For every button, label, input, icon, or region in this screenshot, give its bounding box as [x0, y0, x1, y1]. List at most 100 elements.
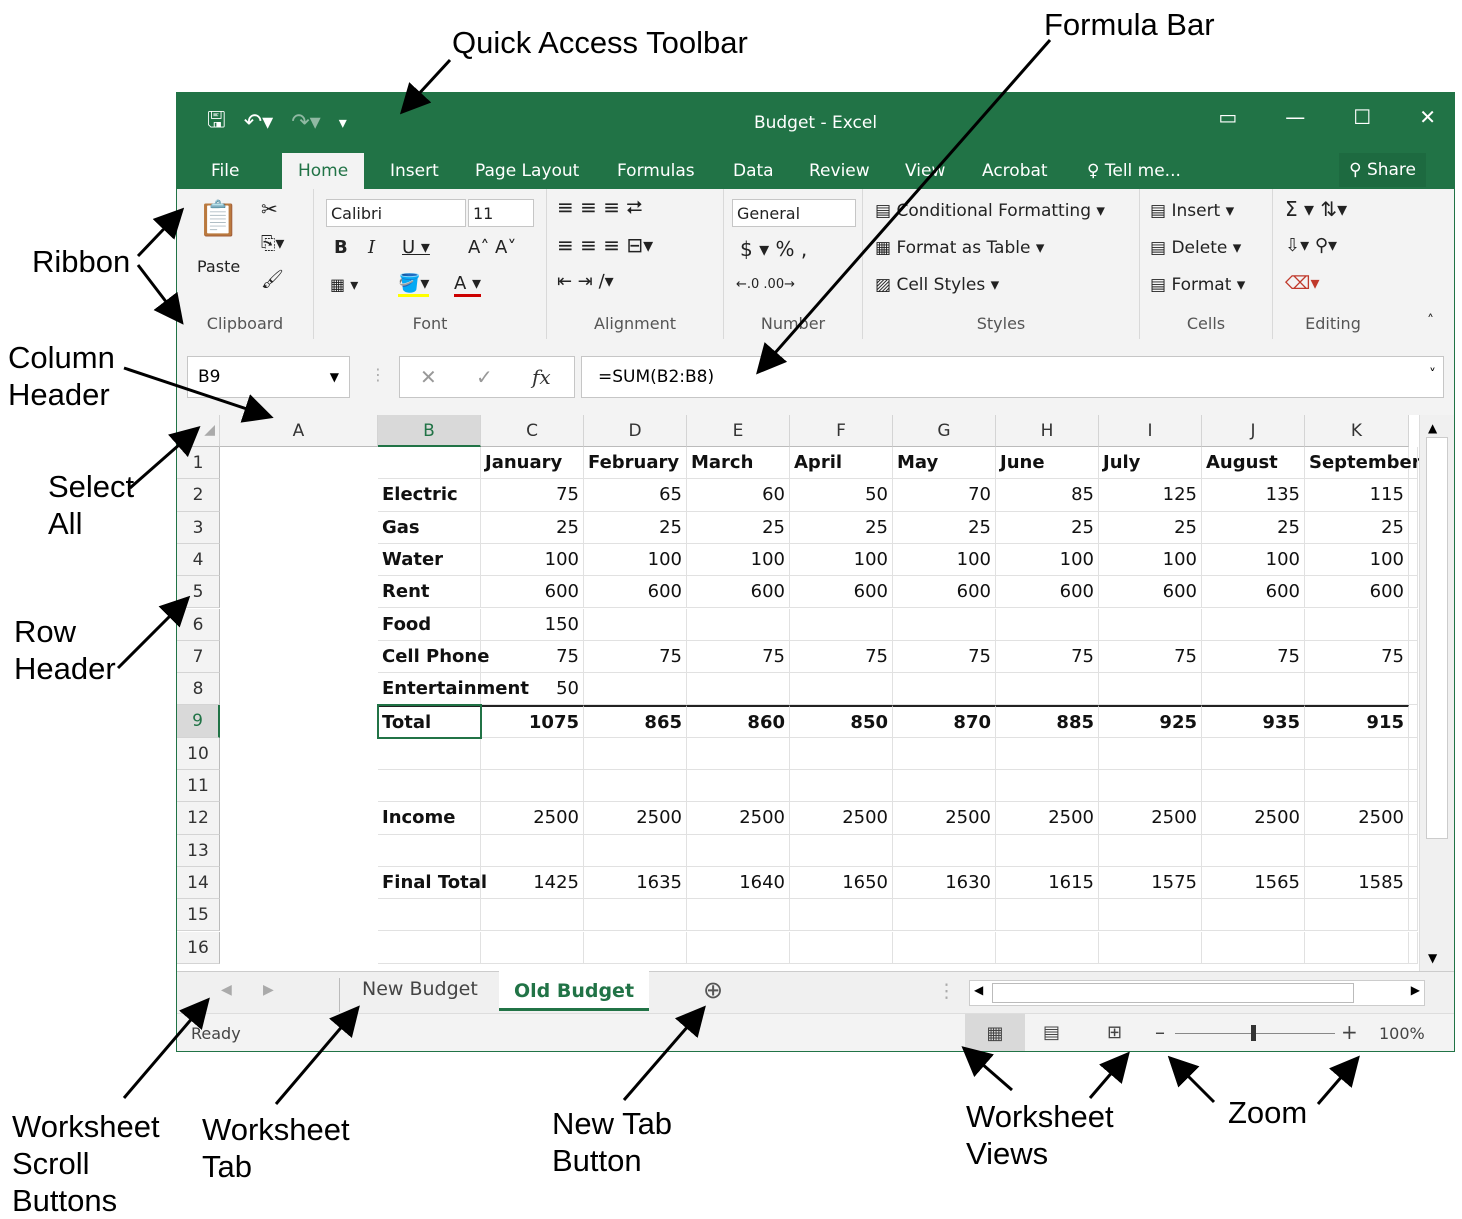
cell-k7[interactable]: [1409, 640, 1418, 674]
cell-styles-button[interactable]: ▨ Cell Styles ▾: [875, 275, 999, 295]
cell-b7[interactable]: 75: [481, 640, 584, 674]
cell-d1[interactable]: March: [687, 447, 790, 480]
cell-e12[interactable]: 2500: [790, 802, 893, 835]
cell-d12[interactable]: 2500: [687, 802, 790, 835]
cell-h10[interactable]: [1099, 737, 1202, 770]
cell-j14[interactable]: 1585: [1305, 866, 1409, 900]
cell-e16[interactable]: [790, 931, 893, 964]
cell-a7[interactable]: Cell Phone: [378, 640, 489, 674]
row-header-14[interactable]: 14: [177, 866, 220, 900]
cell-h9[interactable]: 925: [1099, 705, 1202, 738]
cell-e14[interactable]: 1650: [790, 866, 893, 900]
format-cells-button[interactable]: ▤ Format ▾: [1150, 275, 1245, 295]
cell-f3[interactable]: 25: [893, 511, 996, 544]
normal-view-icon[interactable]: ▦: [965, 1014, 1025, 1051]
cell-k15[interactable]: [1409, 899, 1418, 932]
page-layout-view-icon[interactable]: ▤: [1043, 1022, 1060, 1043]
new-sheet-icon[interactable]: ⊕: [703, 976, 723, 1004]
tell-me[interactable]: ♀ Tell me...: [1087, 157, 1181, 189]
tab-file[interactable]: File: [211, 157, 239, 189]
cell-k3[interactable]: [1409, 511, 1418, 544]
cell-g1[interactable]: June: [996, 447, 1099, 480]
cell-c1[interactable]: February: [584, 447, 687, 480]
column-header-h[interactable]: H: [996, 415, 1099, 447]
sheet-tab-new-budget[interactable]: New Budget: [339, 978, 478, 1012]
cell-b8[interactable]: 50: [481, 673, 584, 706]
autosum-icon[interactable]: Σ ▾ ⇅▾: [1285, 197, 1347, 221]
cell-g12[interactable]: 2500: [996, 802, 1099, 835]
cell-b11[interactable]: [481, 770, 584, 803]
zoom-slider-thumb[interactable]: [1251, 1025, 1256, 1041]
cell-d14[interactable]: 1640: [687, 866, 790, 900]
cell-d9[interactable]: 860: [687, 705, 790, 738]
cell-i6[interactable]: [1202, 608, 1305, 641]
scroll-up-icon[interactable]: ▲: [1428, 421, 1437, 435]
cell-i9[interactable]: 935: [1202, 705, 1305, 738]
scroll-tabs-right-icon[interactable]: ▶: [263, 982, 274, 998]
column-header-b[interactable]: B: [378, 415, 481, 447]
number-format-select[interactable]: General: [732, 199, 856, 227]
cell-d6[interactable]: [687, 608, 790, 641]
cell-i13[interactable]: [1202, 834, 1305, 867]
enter-icon[interactable]: ✓: [476, 365, 493, 389]
cell-j8[interactable]: [1305, 673, 1409, 706]
cell-e2[interactable]: 50: [790, 479, 893, 512]
select-all-button[interactable]: ◢: [177, 415, 220, 447]
row-header-9[interactable]: 9: [177, 705, 220, 738]
cell-a8[interactable]: Entertainment: [378, 673, 529, 706]
grow-font-icon[interactable]: A˄ A˅: [468, 237, 516, 258]
collapse-ribbon-icon[interactable]: ˄: [1427, 313, 1434, 329]
cell-e9[interactable]: 850: [790, 705, 893, 738]
cell-c14[interactable]: 1635: [584, 866, 687, 900]
copy-icon[interactable]: ⎘▾: [261, 233, 284, 254]
cell-b9[interactable]: 1075: [481, 705, 584, 738]
font-color-icon[interactable]: A ▾: [454, 273, 482, 297]
cell-f2[interactable]: 70: [893, 479, 996, 512]
cell-a15[interactable]: [378, 899, 481, 932]
cell-d15[interactable]: [687, 899, 790, 932]
cell-e6[interactable]: [790, 608, 893, 641]
maximize-icon[interactable]: ☐: [1353, 105, 1371, 129]
tab-formulas[interactable]: Formulas: [617, 157, 695, 189]
cell-k4[interactable]: [1409, 543, 1418, 577]
cell-i14[interactable]: 1565: [1202, 866, 1305, 900]
cell-f14[interactable]: 1630: [893, 866, 996, 900]
cell-b5[interactable]: 600: [481, 576, 584, 609]
cell-a4[interactable]: Water: [378, 543, 481, 577]
cell-a5[interactable]: Rent: [378, 576, 481, 609]
cell-b6[interactable]: 150: [481, 608, 584, 641]
cell-k9[interactable]: [1409, 705, 1418, 738]
cell-g8[interactable]: [996, 673, 1099, 706]
cell-g7[interactable]: 75: [996, 640, 1099, 674]
formula-splitter[interactable]: ⋮: [370, 365, 386, 384]
clear-icon[interactable]: ⌫▾: [1285, 273, 1320, 294]
cell-c13[interactable]: [584, 834, 687, 867]
cell-f9[interactable]: 870: [893, 705, 996, 738]
cell-j4[interactable]: 100: [1305, 543, 1409, 577]
cell-k16[interactable]: [1409, 931, 1418, 964]
decimal-icon[interactable]: ←.0 .00→: [736, 277, 795, 292]
cell-j11[interactable]: [1305, 770, 1409, 803]
cell-e7[interactable]: 75: [790, 640, 893, 674]
cell-c4[interactable]: 100: [584, 543, 687, 577]
cell-k6[interactable]: [1409, 608, 1418, 641]
conditional-formatting-button[interactable]: ▤ Conditional Formatting ▾: [875, 201, 1105, 221]
cell-k10[interactable]: [1409, 737, 1418, 770]
row-header-3[interactable]: 3: [177, 511, 220, 544]
cell-d5[interactable]: 600: [687, 576, 790, 609]
cell-j7[interactable]: 75: [1305, 640, 1409, 674]
cell-f12[interactable]: 2500: [893, 802, 996, 835]
cell-h12[interactable]: 2500: [1099, 802, 1202, 835]
cell-f8[interactable]: [893, 673, 996, 706]
cell-g9[interactable]: 885: [996, 705, 1099, 738]
cell-c11[interactable]: [584, 770, 687, 803]
cell-e3[interactable]: 25: [790, 511, 893, 544]
cell-d10[interactable]: [687, 737, 790, 770]
cell-i4[interactable]: 100: [1202, 543, 1305, 577]
fill-icon[interactable]: ⇩▾ ⚲▾: [1285, 235, 1337, 256]
cell-b10[interactable]: [481, 737, 584, 770]
cell-b4[interactable]: 100: [481, 543, 584, 577]
ribbon-display-options-icon[interactable]: ▭: [1218, 105, 1237, 129]
tab-acrobat[interactable]: Acrobat: [982, 157, 1048, 189]
cell-d11[interactable]: [687, 770, 790, 803]
